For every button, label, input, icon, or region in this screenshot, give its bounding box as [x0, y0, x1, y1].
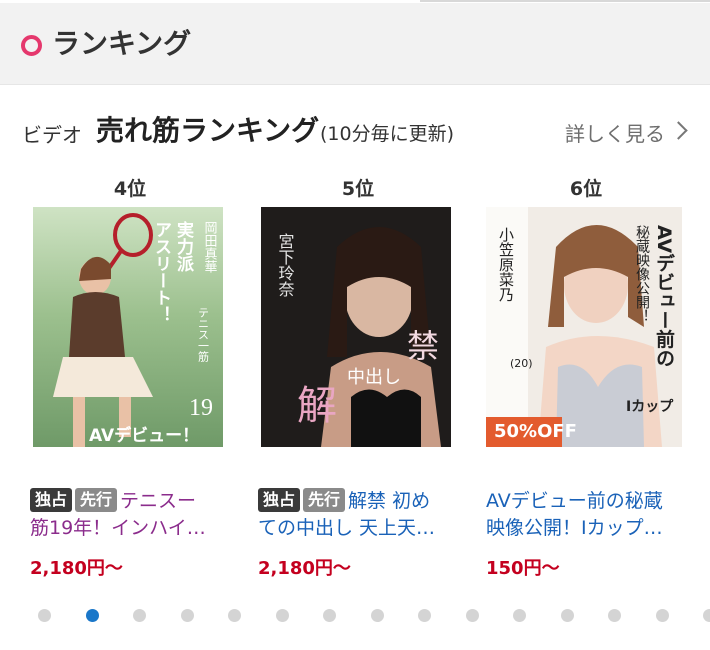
title-line: テニスー	[120, 490, 197, 512]
title-line: 筋19年！インハイ…	[30, 517, 206, 539]
section-title: 売れ筋ランキング	[96, 114, 320, 147]
genre-label: ビデオ	[22, 123, 82, 147]
preorder-badge: 先行	[303, 488, 346, 512]
chevron-right-icon[interactable]	[669, 121, 688, 140]
ranking-header: ランキング	[0, 3, 710, 85]
pagination-dot[interactable]	[703, 609, 710, 622]
title-line: AVデビュー前の秘蔵	[486, 490, 663, 512]
exclusive-badge: 独占	[30, 488, 73, 512]
cover-text: テニス一筋	[197, 307, 210, 363]
product-title[interactable]: AVデビュー前の秘蔵 映像公開！Iカップ…	[486, 488, 691, 542]
cover-text: 実力派	[173, 220, 194, 273]
cover-text: アスリート！	[151, 221, 171, 323]
pagination-dot[interactable]	[275, 609, 289, 622]
cover-text: AVデビュー！	[89, 425, 199, 446]
product-title[interactable]: 独占 先行 解禁 初め ての中出し 天上天…	[258, 488, 463, 542]
cover-text: Iカップ	[626, 399, 674, 415]
cover-text: 岡田真華	[202, 221, 218, 273]
cover-text: 19	[189, 395, 213, 421]
cover-text: 解	[297, 383, 337, 429]
circle-icon	[21, 35, 42, 56]
pagination-dot[interactable]	[370, 609, 384, 622]
pagination-dot[interactable]	[560, 609, 574, 622]
pagination-dot[interactable]	[513, 609, 526, 622]
cover-image-portrait: 宮下玲奈 禁 解 中出し	[261, 207, 451, 447]
cover-text: 秘蔵映像公開！	[634, 225, 650, 323]
product-cover[interactable]: 宮下玲奈 禁 解 中出し	[261, 207, 451, 447]
pagination-dot[interactable]	[133, 609, 146, 622]
discount-badge: 50%OFF	[486, 417, 577, 447]
pagination-dot[interactable]	[655, 609, 669, 622]
cover-text: 中出し	[347, 367, 401, 388]
pagination-dot[interactable]	[38, 609, 51, 622]
pagination-dot[interactable]	[85, 609, 99, 622]
title-line: ての中出し 天上天…	[258, 517, 436, 539]
cover-text: (20)	[510, 357, 533, 370]
cover-text: 宮下玲奈	[276, 233, 295, 297]
pagination-dot[interactable]	[228, 609, 241, 622]
preorder-badge: 先行	[75, 488, 118, 512]
cover-image-debut: 小笠原菜乃 (20) AVデビュー前の 秘蔵映像公開！ Iカップ	[486, 207, 682, 447]
carousel-pagination	[0, 609, 710, 625]
see-more-link[interactable]: 詳しく見る	[565, 118, 665, 147]
rank-label: 5位	[341, 178, 375, 200]
update-note: (10分毎に更新)	[320, 123, 455, 145]
header-title: ランキング	[52, 27, 192, 60]
product-cover[interactable]: 小笠原菜乃 (20) AVデビュー前の 秘蔵映像公開！ Iカップ 50%OFF	[486, 207, 682, 447]
title-line: 解禁 初め	[348, 490, 431, 512]
pagination-dot[interactable]	[180, 609, 194, 622]
product-title[interactable]: 独占 先行 テニスー 筋19年！インハイ…	[30, 488, 235, 542]
price: 150円〜	[486, 558, 560, 579]
pagination-dot[interactable]	[465, 609, 479, 622]
rank-label: 6位	[569, 178, 603, 200]
pagination-dot[interactable]	[323, 609, 336, 622]
cover-text: 小笠原菜乃	[497, 227, 515, 302]
rank-label: 4位	[113, 178, 147, 200]
product-cover[interactable]: 実力派 アスリート！ 岡田真華 テニス一筋 19 AVデビュー！	[33, 207, 223, 447]
price: 2,180円〜	[258, 558, 351, 579]
price: 2,180円〜	[30, 558, 123, 579]
pagination-dot[interactable]	[418, 609, 431, 622]
section-header: ビデオ 売れ筋ランキング (10分毎に更新) 詳しく見る	[0, 112, 710, 152]
cover-text: AVデビュー前の	[653, 225, 675, 367]
cover-text: 禁	[407, 327, 439, 365]
pagination-dot[interactable]	[608, 609, 621, 622]
title-line: 映像公開！Iカップ…	[486, 517, 663, 539]
cover-image-tennis: 実力派 アスリート！ 岡田真華 テニス一筋 19 AVデビュー！	[33, 207, 223, 447]
exclusive-badge: 独占	[258, 488, 301, 512]
